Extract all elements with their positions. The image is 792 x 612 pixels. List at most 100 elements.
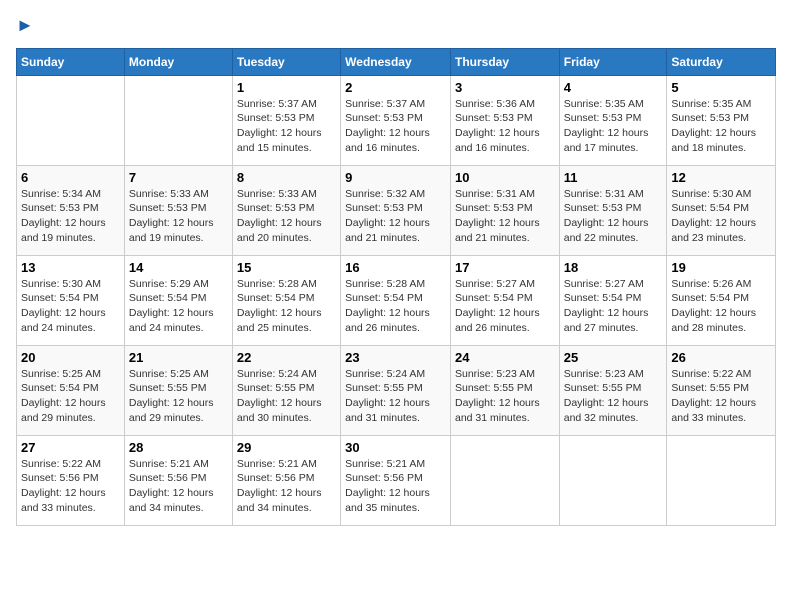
day-info: Sunrise: 5:25 AM Sunset: 5:55 PM Dayligh…	[129, 367, 228, 426]
day-cell: 13Sunrise: 5:30 AM Sunset: 5:54 PM Dayli…	[17, 255, 125, 345]
header-row: SundayMondayTuesdayWednesdayThursdayFrid…	[17, 48, 776, 75]
day-cell: 20Sunrise: 5:25 AM Sunset: 5:54 PM Dayli…	[17, 345, 125, 435]
header-cell-tuesday: Tuesday	[232, 48, 340, 75]
day-cell: 6 Sunrise: 5:34 AM Sunset: 5:53 PM Daylig…	[17, 165, 125, 255]
day-cell	[124, 75, 232, 165]
day-info: Sunrise: 5:37 AM Sunset: 5:53 PM Dayligh…	[237, 97, 336, 156]
day-cell: 26 Sunrise: 5:22 AM Sunset: 5:55 PM Dayli…	[667, 345, 776, 435]
day-cell: 8Sunrise: 5:33 AM Sunset: 5:53 PM Daylig…	[232, 165, 340, 255]
day-cell: 22 Sunrise: 5:24 AM Sunset: 5:55 PM Dayli…	[232, 345, 340, 435]
day-number: 26	[671, 350, 771, 365]
day-number: 29	[237, 440, 336, 455]
day-info: Sunrise: 5:35 AM Sunset: 5:53 PM Dayligh…	[564, 97, 663, 156]
calendar-body: 1 Sunrise: 5:37 AM Sunset: 5:53 PM Daylig…	[17, 75, 776, 525]
day-number: 28	[129, 440, 228, 455]
day-info: Sunrise: 5:30 AM Sunset: 5:54 PM Dayligh…	[21, 277, 120, 336]
day-info: Sunrise: 5:31 AM Sunset: 5:53 PM Dayligh…	[455, 187, 555, 246]
day-info: Sunrise: 5:31 AM Sunset: 5:53 PM Dayligh…	[564, 187, 663, 246]
day-cell: 15Sunrise: 5:28 AM Sunset: 5:54 PM Dayli…	[232, 255, 340, 345]
day-number: 10	[455, 170, 555, 185]
week-row-2: 6 Sunrise: 5:34 AM Sunset: 5:53 PM Daylig…	[17, 165, 776, 255]
day-cell: 1 Sunrise: 5:37 AM Sunset: 5:53 PM Daylig…	[232, 75, 340, 165]
calendar-table: SundayMondayTuesdayWednesdayThursdayFrid…	[16, 48, 776, 526]
day-info: Sunrise: 5:23 AM Sunset: 5:55 PM Dayligh…	[455, 367, 555, 426]
day-info: Sunrise: 5:35 AM Sunset: 5:53 PM Dayligh…	[671, 97, 771, 156]
day-cell: 25Sunrise: 5:23 AM Sunset: 5:55 PM Dayli…	[559, 345, 667, 435]
logo: ►	[16, 16, 34, 36]
header-cell-wednesday: Wednesday	[341, 48, 451, 75]
day-cell: 17 Sunrise: 5:27 AM Sunset: 5:54 PM Dayli…	[450, 255, 559, 345]
header-cell-monday: Monday	[124, 48, 232, 75]
day-number: 1	[237, 80, 336, 95]
day-cell	[17, 75, 125, 165]
day-number: 2	[345, 80, 446, 95]
day-info: Sunrise: 5:21 AM Sunset: 5:56 PM Dayligh…	[345, 457, 446, 516]
day-number: 18	[564, 260, 663, 275]
day-cell	[559, 435, 667, 525]
day-cell	[667, 435, 776, 525]
day-info: Sunrise: 5:21 AM Sunset: 5:56 PM Dayligh…	[129, 457, 228, 516]
day-info: Sunrise: 5:34 AM Sunset: 5:53 PM Dayligh…	[21, 187, 120, 246]
week-row-3: 13Sunrise: 5:30 AM Sunset: 5:54 PM Dayli…	[17, 255, 776, 345]
week-row-1: 1 Sunrise: 5:37 AM Sunset: 5:53 PM Daylig…	[17, 75, 776, 165]
day-info: Sunrise: 5:23 AM Sunset: 5:55 PM Dayligh…	[564, 367, 663, 426]
day-cell: 19 Sunrise: 5:26 AM Sunset: 5:54 PM Dayli…	[667, 255, 776, 345]
day-number: 30	[345, 440, 446, 455]
day-info: Sunrise: 5:33 AM Sunset: 5:53 PM Dayligh…	[129, 187, 228, 246]
day-cell: 23Sunrise: 5:24 AM Sunset: 5:55 PM Dayli…	[341, 345, 451, 435]
day-info: Sunrise: 5:32 AM Sunset: 5:53 PM Dayligh…	[345, 187, 446, 246]
day-number: 7	[129, 170, 228, 185]
day-number: 17	[455, 260, 555, 275]
week-row-4: 20Sunrise: 5:25 AM Sunset: 5:54 PM Dayli…	[17, 345, 776, 435]
day-number: 22	[237, 350, 336, 365]
day-cell: 11 Sunrise: 5:31 AM Sunset: 5:53 PM Dayli…	[559, 165, 667, 255]
day-info: Sunrise: 5:36 AM Sunset: 5:53 PM Dayligh…	[455, 97, 555, 156]
day-number: 12	[671, 170, 771, 185]
day-number: 27	[21, 440, 120, 455]
header-cell-sunday: Sunday	[17, 48, 125, 75]
day-number: 16	[345, 260, 446, 275]
day-cell: 5 Sunrise: 5:35 AM Sunset: 5:53 PM Daylig…	[667, 75, 776, 165]
day-info: Sunrise: 5:37 AM Sunset: 5:53 PM Dayligh…	[345, 97, 446, 156]
calendar-header: SundayMondayTuesdayWednesdayThursdayFrid…	[17, 48, 776, 75]
day-number: 3	[455, 80, 555, 95]
day-info: Sunrise: 5:22 AM Sunset: 5:55 PM Dayligh…	[671, 367, 771, 426]
day-number: 6	[21, 170, 120, 185]
day-cell: 29 Sunrise: 5:21 AM Sunset: 5:56 PM Dayli…	[232, 435, 340, 525]
day-number: 20	[21, 350, 120, 365]
day-info: Sunrise: 5:24 AM Sunset: 5:55 PM Dayligh…	[237, 367, 336, 426]
day-cell: 27 Sunrise: 5:22 AM Sunset: 5:56 PM Dayli…	[17, 435, 125, 525]
day-number: 8	[237, 170, 336, 185]
day-cell: 30 Sunrise: 5:21 AM Sunset: 5:56 PM Dayli…	[341, 435, 451, 525]
day-info: Sunrise: 5:26 AM Sunset: 5:54 PM Dayligh…	[671, 277, 771, 336]
header-cell-thursday: Thursday	[450, 48, 559, 75]
day-info: Sunrise: 5:29 AM Sunset: 5:54 PM Dayligh…	[129, 277, 228, 336]
day-cell: 14 Sunrise: 5:29 AM Sunset: 5:54 PM Dayli…	[124, 255, 232, 345]
day-info: Sunrise: 5:22 AM Sunset: 5:56 PM Dayligh…	[21, 457, 120, 516]
day-cell: 28 Sunrise: 5:21 AM Sunset: 5:56 PM Dayli…	[124, 435, 232, 525]
header-cell-friday: Friday	[559, 48, 667, 75]
day-cell: 9 Sunrise: 5:32 AM Sunset: 5:53 PM Daylig…	[341, 165, 451, 255]
day-number: 15	[237, 260, 336, 275]
day-info: Sunrise: 5:30 AM Sunset: 5:54 PM Dayligh…	[671, 187, 771, 246]
header-cell-saturday: Saturday	[667, 48, 776, 75]
day-number: 21	[129, 350, 228, 365]
day-cell	[450, 435, 559, 525]
day-cell: 16Sunrise: 5:28 AM Sunset: 5:54 PM Dayli…	[341, 255, 451, 345]
day-cell: 3 Sunrise: 5:36 AM Sunset: 5:53 PM Daylig…	[450, 75, 559, 165]
day-cell: 12 Sunrise: 5:30 AM Sunset: 5:54 PM Dayli…	[667, 165, 776, 255]
day-info: Sunrise: 5:27 AM Sunset: 5:54 PM Dayligh…	[455, 277, 555, 336]
day-cell: 7 Sunrise: 5:33 AM Sunset: 5:53 PM Daylig…	[124, 165, 232, 255]
day-info: Sunrise: 5:21 AM Sunset: 5:56 PM Dayligh…	[237, 457, 336, 516]
week-row-5: 27 Sunrise: 5:22 AM Sunset: 5:56 PM Dayli…	[17, 435, 776, 525]
day-cell: 24Sunrise: 5:23 AM Sunset: 5:55 PM Dayli…	[450, 345, 559, 435]
day-number: 14	[129, 260, 228, 275]
day-number: 19	[671, 260, 771, 275]
day-number: 11	[564, 170, 663, 185]
day-info: Sunrise: 5:27 AM Sunset: 5:54 PM Dayligh…	[564, 277, 663, 336]
day-number: 9	[345, 170, 446, 185]
page-header: ►	[16, 16, 776, 36]
day-number: 23	[345, 350, 446, 365]
day-number: 4	[564, 80, 663, 95]
day-number: 5	[671, 80, 771, 95]
